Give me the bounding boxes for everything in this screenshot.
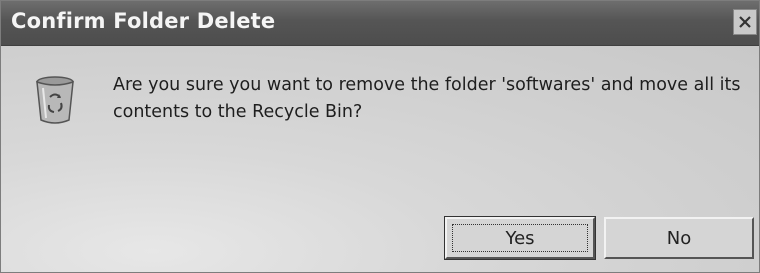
confirm-folder-delete-dialog: Confirm Folder Delete Are you sure you w… <box>0 0 760 273</box>
yes-button-label: Yes <box>505 227 535 249</box>
title-bar[interactable]: Confirm Folder Delete <box>1 1 759 46</box>
dialog-body: Are you sure you want to remove the fold… <box>1 46 759 272</box>
yes-button[interactable]: Yes <box>444 216 596 260</box>
no-button-label: No <box>666 227 692 249</box>
no-button[interactable]: No <box>604 217 754 259</box>
recycle-bin-icon <box>33 74 77 126</box>
close-icon <box>738 15 752 29</box>
confirm-message: Are you sure you want to remove the fold… <box>113 75 741 122</box>
window-title: Confirm Folder Delete <box>11 9 276 33</box>
close-button[interactable] <box>733 9 757 35</box>
